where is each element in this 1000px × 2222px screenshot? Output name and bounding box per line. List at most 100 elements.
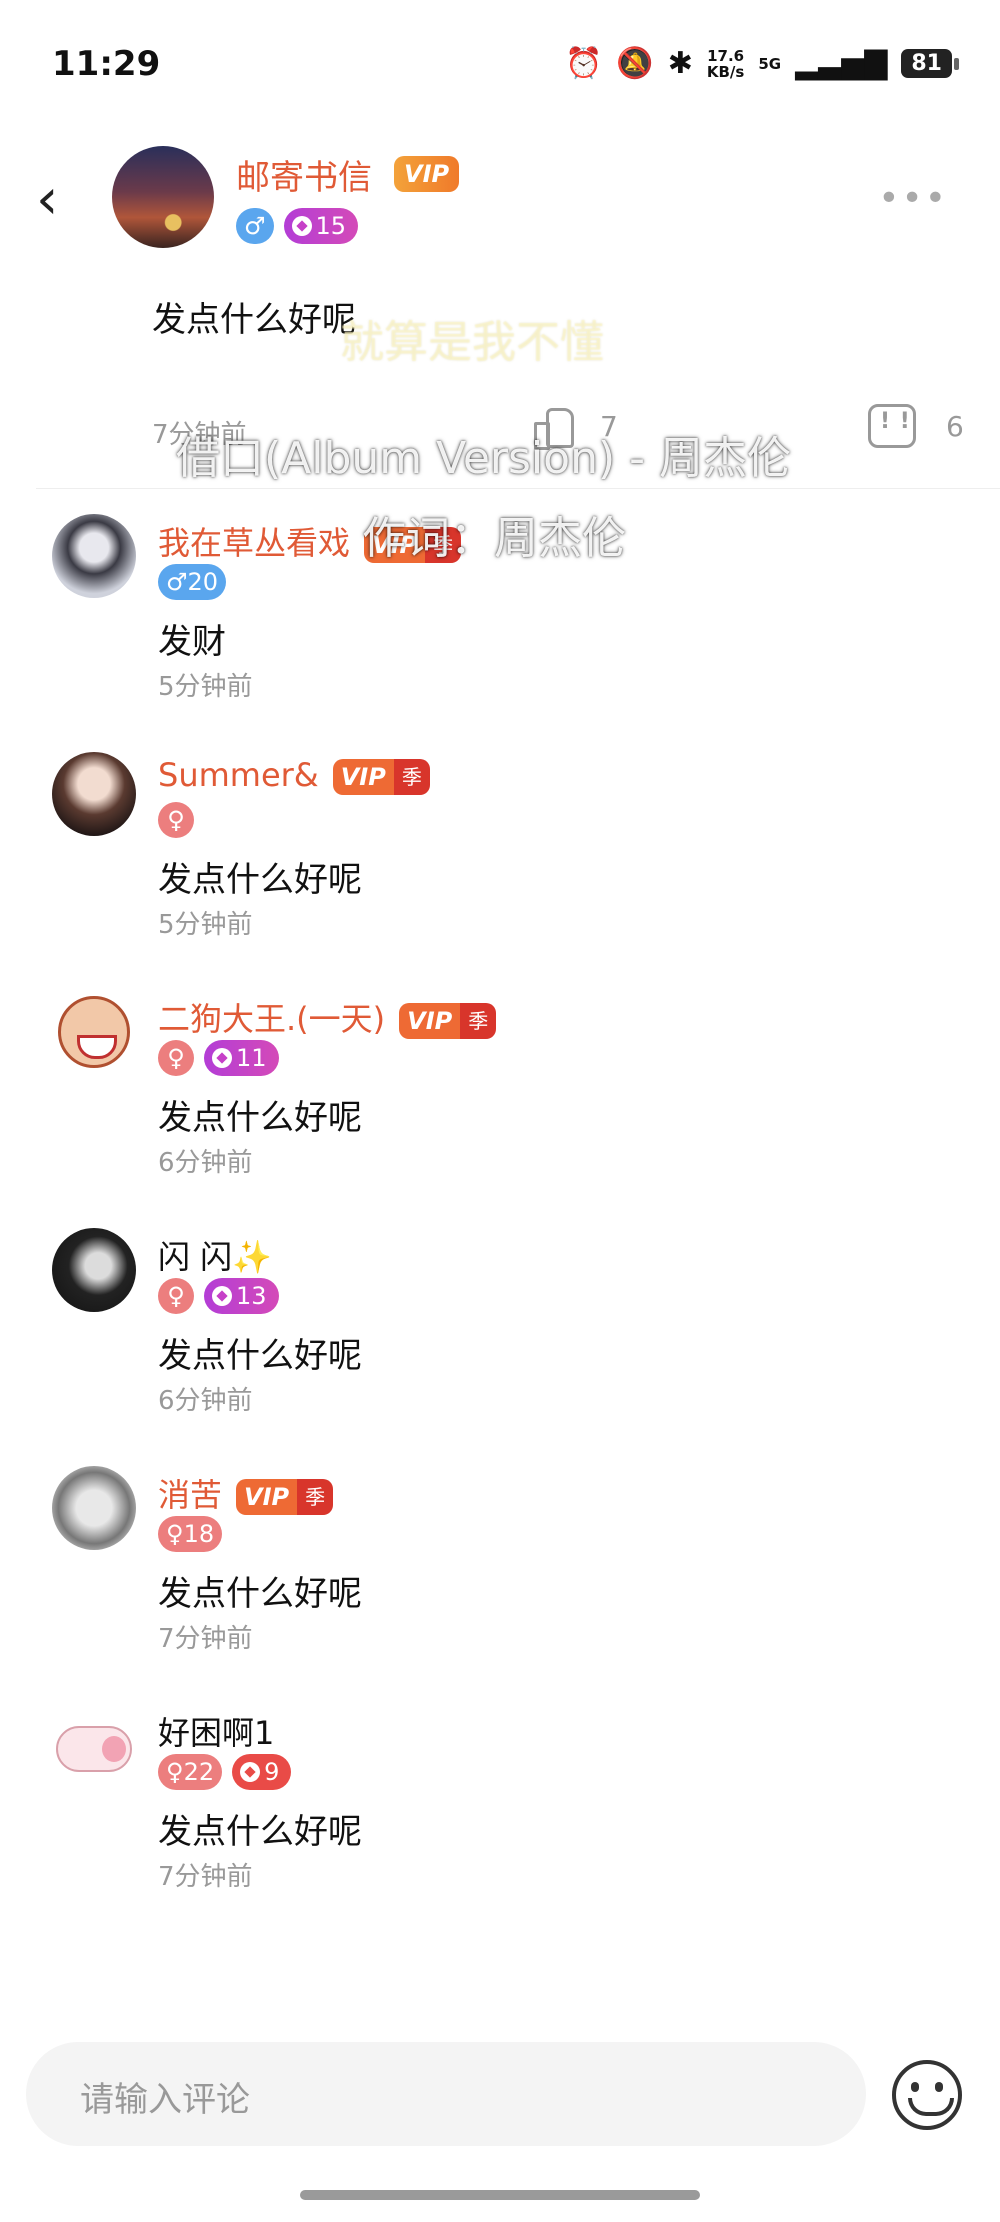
comment-item[interactable]: 好困啊1 ♀22 9 发点什么好呢 7分钟前 [0, 1704, 1000, 1924]
comment-time: 7分钟前 [158, 1862, 253, 1892]
level-value: 11 [236, 1044, 267, 1072]
status-icons: ⏰ 🔕 ✱ 17.6 KB/s 5G ▂▃▅▇ 81 [565, 46, 959, 81]
back-arrow-icon[interactable]: ‹ [36, 170, 86, 230]
comment-bubble-icon [868, 404, 916, 448]
diamond-icon [212, 1286, 232, 1306]
emoji-icon[interactable] [892, 2060, 962, 2130]
commenter-avatar[interactable] [52, 1228, 136, 1312]
comment-item[interactable]: 消苦 VIP 季 ♀18 发点什么好呢 7分钟前 [0, 1466, 1000, 1686]
vip-season-badge: VIP 季 [332, 759, 430, 795]
comment-item[interactable]: Summer& VIP 季 ♀ 发点什么好呢 5分钟前 [0, 752, 1000, 972]
level-value: 13 [236, 1282, 267, 1310]
level-value: 9 [264, 1758, 280, 1786]
level-badge: 15 [283, 208, 359, 244]
network-speed: 17.6 KB/s [707, 48, 744, 80]
male-gender-icon: ♂ [236, 208, 274, 244]
season-label: 季 [460, 1003, 497, 1039]
post-text: 发点什么好呢 [152, 300, 356, 340]
lyric-line: 借口(Album Version) - 周杰伦 [176, 433, 791, 484]
comment-time: 7分钟前 [158, 1624, 253, 1654]
commenter-name[interactable]: 二狗大王.(一天) VIP 季 [158, 994, 497, 1040]
commenter-badges: ♀ 13 [158, 1278, 279, 1314]
season-label: 季 [297, 1479, 334, 1515]
season-label: 季 [393, 759, 430, 795]
status-bar: 11:29 ⏰ 🔕 ✱ 17.6 KB/s 5G ▂▃▅▇ 81 [0, 0, 1000, 130]
network-type: 5G [758, 54, 782, 73]
commenter-name-text: 二狗大王.(一天) [158, 1000, 386, 1038]
female-gender-icon: ♀ [158, 802, 194, 838]
commenter-avatar[interactable] [52, 752, 136, 836]
cartoon-blob-icon [56, 1726, 132, 1772]
level-value: 18 [183, 1520, 215, 1548]
lyric-line: 作词：周杰伦 [362, 513, 626, 564]
comment-time: 6分钟前 [158, 1148, 253, 1178]
signal-icon: ▂▃▅▇ [795, 46, 888, 81]
vip-season-badge: VIP 季 [399, 1003, 497, 1039]
status-time: 11:29 [52, 44, 161, 84]
commenter-badges: ♀22 9 [158, 1754, 292, 1790]
vip-badge: VIP [394, 156, 460, 192]
post-header: ‹ 邮寄书信 VIP ♂ 15 ••• [0, 140, 1000, 270]
comment-time: 5分钟前 [158, 672, 253, 702]
author-name[interactable]: 邮寄书信 [236, 150, 372, 199]
bluetooth-icon: ✱ [667, 46, 693, 81]
commenter-name[interactable]: 好困啊1 [158, 1708, 274, 1754]
speed-unit: KB/s [706, 62, 745, 81]
commenter-name[interactable]: 闪 闪✨ [158, 1232, 272, 1278]
commenter-name-text: 我在草丛看戏 [158, 524, 351, 562]
female-gender-icon: ♀ [158, 1278, 194, 1314]
comment-text: 发点什么好呢 [158, 1098, 362, 1138]
speed-value: 17.6 [707, 46, 745, 65]
commenter-name[interactable]: Summer& VIP 季 [158, 756, 430, 795]
female-gender-icon: ♀22 [158, 1754, 223, 1790]
comment-text: 发点什么好呢 [158, 860, 362, 900]
commenter-badges: ♀ [158, 802, 194, 838]
comment-time: 6分钟前 [158, 1386, 253, 1416]
lyric-line: 就算是我不懂 [340, 317, 604, 368]
commenter-avatar[interactable] [52, 990, 136, 1074]
commenter-name-text: 消苦 [158, 1476, 223, 1514]
commenter-badges: ♀18 [158, 1516, 223, 1552]
comment-time: 5分钟前 [158, 910, 253, 940]
comment-item[interactable]: 二狗大王.(一天) VIP 季 ♀ 11 发点什么好呢 6分钟前 [0, 990, 1000, 1210]
more-dots-icon[interactable]: ••• [878, 178, 948, 219]
divider [36, 488, 1000, 489]
comment-text: 发财 [158, 622, 226, 662]
female-gender-icon: ♀18 [158, 1516, 223, 1552]
commenter-name-text: Summer& [158, 756, 319, 794]
comment-button[interactable]: 6 [868, 404, 964, 448]
home-indicator[interactable] [300, 2190, 700, 2200]
commenter-avatar[interactable] [52, 1704, 136, 1788]
diamond-icon [240, 1762, 261, 1782]
comment-text: 发点什么好呢 [158, 1574, 362, 1614]
cartoon-face-icon [58, 996, 130, 1068]
vip-label: VIP [236, 1479, 298, 1515]
mute-icon: 🔕 [616, 46, 654, 81]
comment-text: 发点什么好呢 [158, 1812, 362, 1852]
author-badges: ♂ 15 [236, 208, 359, 244]
comment-input[interactable]: 请输入评论 [26, 2042, 866, 2146]
commenter-name[interactable]: 消苦 VIP 季 [158, 1470, 334, 1516]
diamond-icon [291, 216, 312, 236]
level-value: 15 [315, 212, 347, 240]
male-gender-icon: ♂20 [158, 564, 227, 600]
comment-count: 6 [946, 409, 964, 443]
alarm-icon: ⏰ [565, 46, 603, 81]
level-badge: 11 [204, 1040, 279, 1076]
level-value: 20 [187, 568, 219, 596]
commenter-avatar[interactable] [52, 514, 136, 598]
vip-label: VIP [332, 759, 394, 795]
author-avatar[interactable] [112, 146, 214, 248]
vip-label: VIP [399, 1003, 461, 1039]
comment-item[interactable]: 闪 闪✨ ♀ 13 发点什么好呢 6分钟前 [0, 1228, 1000, 1448]
level-value: 22 [183, 1758, 215, 1786]
vip-season-badge: VIP 季 [236, 1479, 334, 1515]
input-placeholder: 请输入评论 [80, 2080, 250, 2120]
battery-level: 81 [901, 49, 959, 78]
comment-text: 发点什么好呢 [158, 1336, 362, 1376]
commenter-badges: ♂20 [158, 564, 227, 600]
level-badge: 9 [232, 1754, 292, 1790]
level-badge: 13 [204, 1278, 279, 1314]
commenter-badges: ♀ 11 [158, 1040, 279, 1076]
commenter-avatar[interactable] [52, 1466, 136, 1550]
